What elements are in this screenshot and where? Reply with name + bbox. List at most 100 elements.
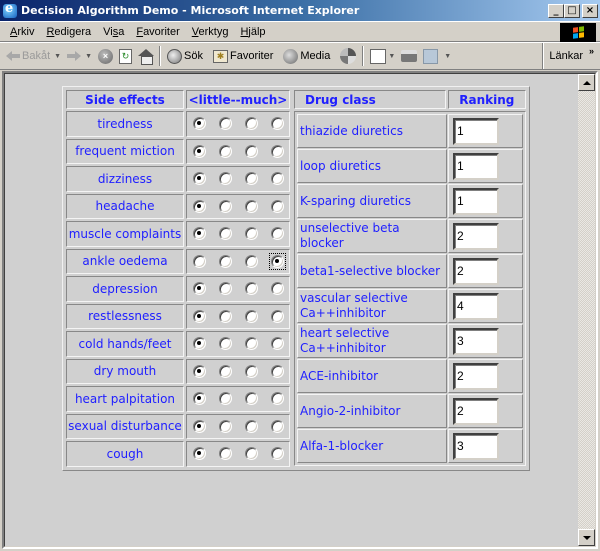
severity-radio-2[interactable] — [218, 282, 232, 296]
severity-radio-1[interactable] — [192, 254, 206, 268]
ranking-input[interactable] — [453, 432, 499, 460]
severity-radio-1[interactable] — [192, 227, 206, 241]
severity-radio-2[interactable] — [218, 337, 232, 351]
severity-radio-2[interactable] — [218, 227, 232, 241]
vertical-scrollbar[interactable] — [578, 74, 595, 546]
forward-dropdown-icon[interactable]: ▼ — [85, 53, 92, 60]
edit-dropdown-icon[interactable]: ▼ — [444, 53, 451, 60]
maximize-button[interactable]: □ — [564, 3, 580, 18]
ranking-input[interactable] — [453, 152, 499, 180]
severity-radio-2[interactable] — [218, 364, 232, 378]
drug-class-label: K-sparing diuretics — [297, 184, 447, 218]
media-button[interactable]: Media — [280, 45, 333, 67]
severity-radio-4[interactable] — [270, 364, 284, 378]
minimize-button[interactable]: _ — [548, 3, 564, 18]
menu-arkiv[interactable]: Arkiv — [0, 26, 40, 38]
severity-radio-2[interactable] — [218, 199, 232, 213]
edit-button[interactable]: ▼ — [420, 45, 454, 67]
severity-radio-2[interactable] — [218, 144, 232, 158]
severity-radio-4[interactable] — [270, 419, 284, 433]
severity-radio-1[interactable] — [192, 419, 206, 433]
severity-radio-1[interactable] — [192, 309, 206, 323]
severity-radio-3[interactable] — [244, 309, 258, 323]
history-button[interactable] — [337, 45, 359, 67]
severity-radio-1[interactable] — [192, 172, 206, 186]
severity-radio-1[interactable] — [192, 447, 206, 461]
ranking-input[interactable] — [453, 362, 499, 390]
search-button[interactable]: Sök — [164, 45, 206, 67]
links-chevron-icon[interactable]: » — [589, 46, 594, 56]
severity-radio-1[interactable] — [192, 392, 206, 406]
menu-visa[interactable]: Visa — [97, 26, 130, 38]
links-button[interactable]: Länkar » — [542, 43, 600, 69]
severity-radio-3[interactable] — [244, 447, 258, 461]
severity-radio-3[interactable] — [244, 144, 258, 158]
print-button[interactable] — [398, 45, 420, 67]
favorites-button[interactable]: ✱ Favoriter — [210, 45, 276, 67]
ranking-input[interactable] — [453, 222, 499, 250]
ranking-input[interactable] — [453, 327, 499, 355]
severity-radio-1[interactable] — [192, 117, 206, 131]
ranking-input[interactable] — [453, 257, 499, 285]
severity-radio-4[interactable] — [270, 254, 284, 268]
severity-radio-2[interactable] — [218, 172, 232, 186]
stop-button[interactable]: × — [95, 45, 116, 67]
ranking-input[interactable] — [453, 117, 499, 145]
home-button[interactable] — [135, 45, 156, 67]
severity-radio-4[interactable] — [270, 199, 284, 213]
severity-radio-4[interactable] — [270, 144, 284, 158]
severity-radio-3[interactable] — [244, 172, 258, 186]
forward-button[interactable]: ▼ — [64, 45, 95, 67]
severity-radio-3[interactable] — [244, 419, 258, 433]
severity-radio-1[interactable] — [192, 144, 206, 158]
severity-radio-3[interactable] — [244, 254, 258, 268]
severity-radio-2[interactable] — [218, 392, 232, 406]
radio-group — [187, 363, 289, 380]
severity-radio-3[interactable] — [244, 117, 258, 131]
severity-radio-2[interactable] — [218, 309, 232, 323]
back-arrow-icon — [6, 51, 20, 61]
severity-radio-1[interactable] — [192, 364, 206, 378]
ranking-input[interactable] — [453, 292, 499, 320]
severity-radio-4[interactable] — [270, 172, 284, 186]
drug-row: thiazide diuretics — [297, 114, 523, 148]
menu-redigera[interactable]: Redigera — [40, 26, 97, 38]
severity-radio-2[interactable] — [218, 117, 232, 131]
severity-radio-1[interactable] — [192, 282, 206, 296]
close-button[interactable]: × — [582, 3, 598, 18]
severity-radio-3[interactable] — [244, 364, 258, 378]
radio-wrapper — [243, 225, 260, 242]
severity-radio-4[interactable] — [270, 309, 284, 323]
mail-button[interactable]: ▼ — [367, 45, 398, 67]
scroll-down-button[interactable] — [578, 529, 595, 546]
severity-radio-1[interactable] — [192, 337, 206, 351]
severity-radio-4[interactable] — [270, 282, 284, 296]
title-bar: Decision Algorithm Demo - Microsoft Inte… — [0, 0, 600, 21]
severity-radio-2[interactable] — [218, 447, 232, 461]
back-button[interactable]: Bakåt ▼ — [0, 45, 64, 67]
ranking-input[interactable] — [453, 187, 499, 215]
severity-radio-2[interactable] — [218, 254, 232, 268]
severity-radio-4[interactable] — [270, 392, 284, 406]
severity-radio-4[interactable] — [270, 227, 284, 241]
severity-radio-1[interactable] — [192, 199, 206, 213]
menu-verktyg[interactable]: Verktyg — [186, 26, 235, 38]
drug-class-label: heart selective Ca++inhibitor — [297, 324, 447, 358]
severity-radio-4[interactable] — [270, 447, 284, 461]
mail-dropdown-icon[interactable]: ▼ — [388, 53, 395, 60]
severity-radio-4[interactable] — [270, 337, 284, 351]
scroll-up-button[interactable] — [578, 74, 595, 91]
severity-radio-4[interactable] — [270, 117, 284, 131]
refresh-button[interactable]: ↻ — [116, 45, 135, 67]
ranking-input[interactable] — [453, 397, 499, 425]
menu-hjälp[interactable]: Hjälp — [234, 26, 271, 38]
severity-radio-3[interactable] — [244, 337, 258, 351]
severity-radio-2[interactable] — [218, 419, 232, 433]
menu-favoriter[interactable]: Favoriter — [130, 26, 185, 38]
severity-radio-3[interactable] — [244, 227, 258, 241]
side-effect-row: restlessness — [66, 303, 290, 329]
severity-radio-3[interactable] — [244, 282, 258, 296]
severity-radio-3[interactable] — [244, 392, 258, 406]
back-dropdown-icon[interactable]: ▼ — [54, 53, 61, 60]
severity-radio-3[interactable] — [244, 199, 258, 213]
